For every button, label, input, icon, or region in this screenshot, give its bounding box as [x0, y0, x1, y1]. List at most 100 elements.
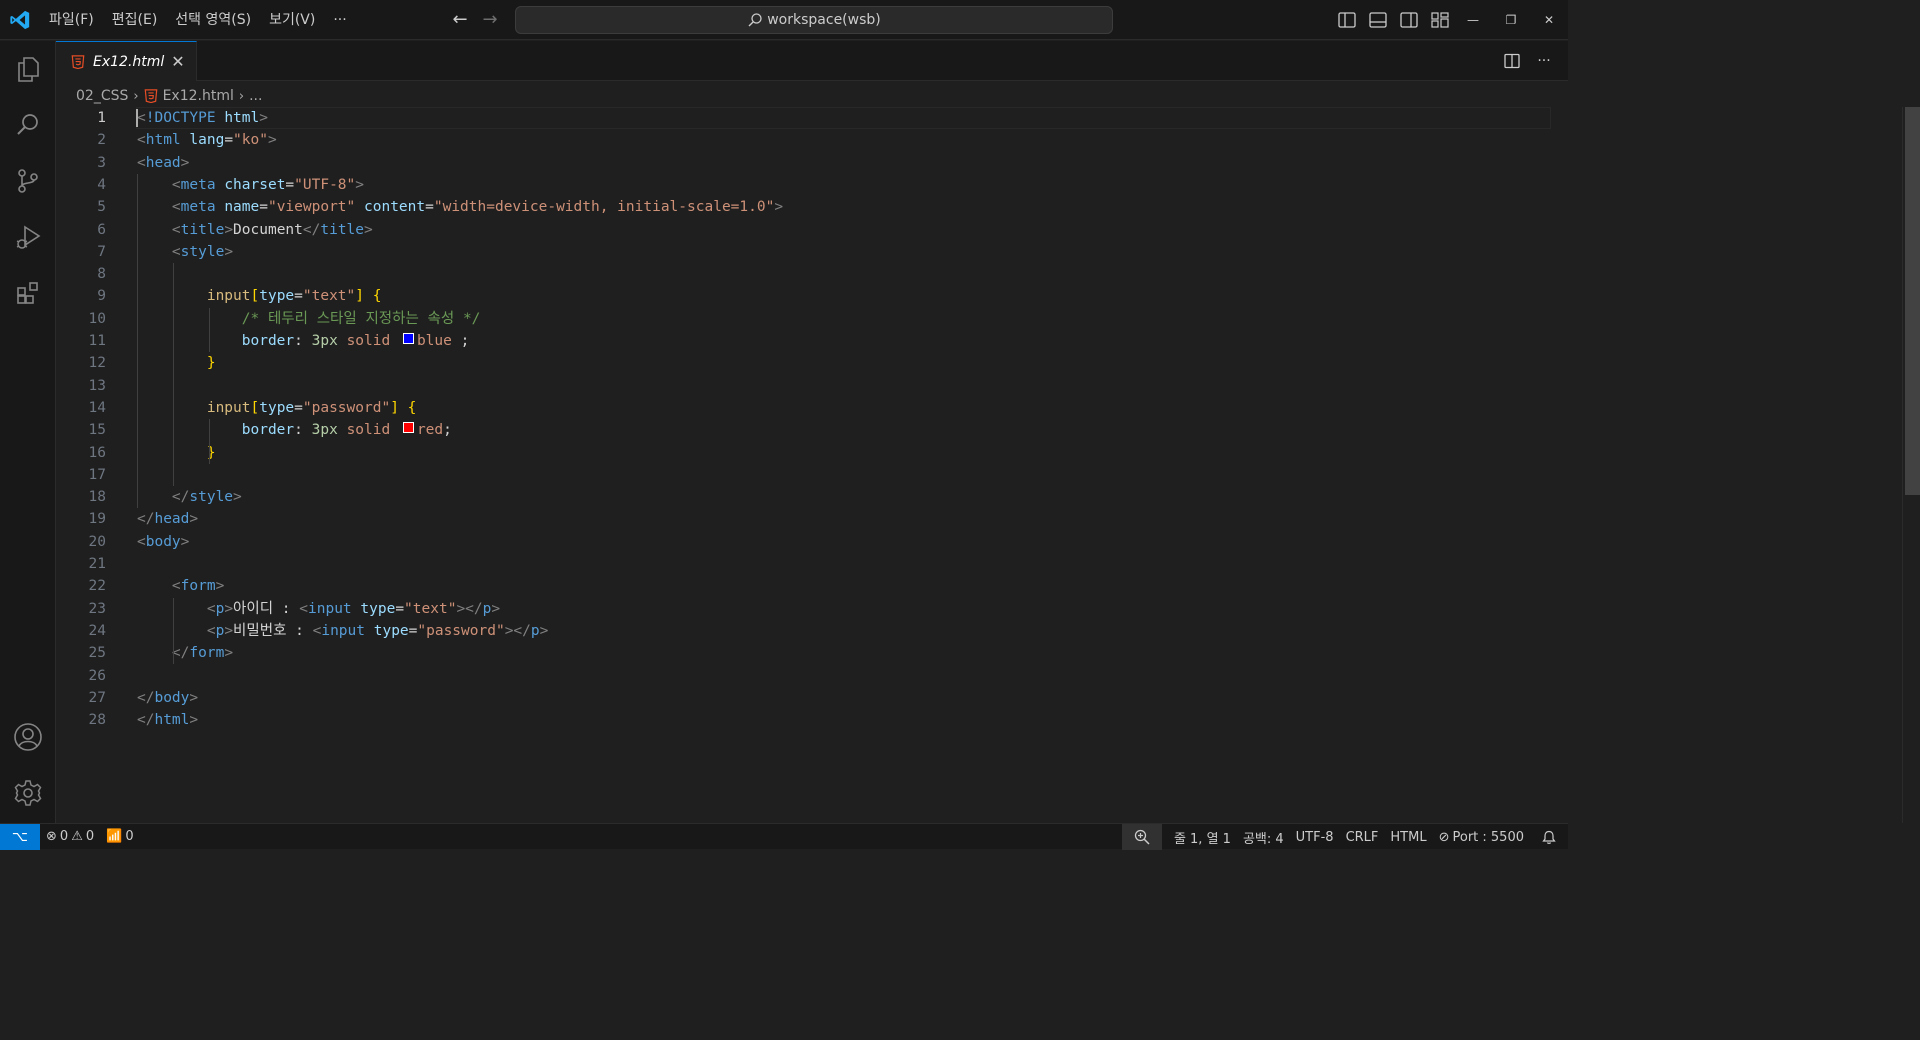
broadcast-icon: 📶	[106, 829, 123, 844]
color-swatch-icon[interactable]	[402, 333, 414, 344]
color-swatch-icon[interactable]	[402, 422, 414, 434]
command-center-label: workspace(wsb)	[767, 12, 881, 28]
extensions-icon[interactable]	[8, 273, 48, 313]
breadcrumb-file[interactable]: Ex12.html	[163, 88, 234, 104]
breadcrumb-folder[interactable]: 02_CSS	[76, 88, 128, 104]
code-line: 6 <title>Document</title>	[56, 219, 1546, 241]
cursor-position[interactable]: 줄 1, 열 1	[1168, 824, 1237, 850]
ports-status[interactable]: 📶 0	[100, 824, 139, 850]
text-cursor	[136, 109, 138, 127]
code-line: 1 <!DOCTYPE html>	[56, 107, 1546, 129]
scrollbar-thumb[interactable]	[1905, 107, 1920, 495]
customize-layout-icon[interactable]	[1427, 8, 1452, 32]
code-token: </	[171, 489, 190, 506]
code-token: !DOCTYPE	[145, 110, 216, 126]
more-actions-icon[interactable]: ···	[1532, 49, 1556, 73]
code-token: >	[189, 511, 199, 528]
close-tab-icon[interactable]: ✕	[168, 52, 188, 72]
toggle-secondary-sidebar-icon[interactable]	[1396, 8, 1421, 32]
code-token: input	[321, 622, 365, 639]
code-token: red	[416, 422, 444, 439]
line-number: 10	[88, 310, 106, 327]
command-center-search[interactable]: workspace(wsb)	[515, 6, 1113, 34]
code-token: >	[189, 689, 199, 706]
zoom-icon[interactable]	[1121, 824, 1162, 850]
indent-guide	[209, 419, 210, 464]
line-content: }	[137, 442, 216, 464]
explorer-icon[interactable]	[8, 49, 48, 89]
menu-selection[interactable]: 선택 영역(S)	[166, 7, 260, 33]
vertical-scrollbar[interactable]	[1902, 107, 1920, 823]
code-token: :	[294, 422, 312, 439]
menu-file[interactable]: 파일(F)	[40, 7, 103, 33]
line-number: 26	[88, 667, 106, 684]
notifications-bell-icon[interactable]	[1530, 824, 1568, 850]
toggle-primary-sidebar-icon[interactable]	[1334, 8, 1359, 32]
close-window-icon[interactable]: ✕	[1530, 0, 1568, 40]
navigation-controls: ← →	[445, 7, 505, 33]
code-token: title	[180, 221, 225, 238]
run-debug-icon[interactable]	[8, 217, 48, 257]
search-icon[interactable]	[8, 105, 48, 145]
code-token: </	[137, 511, 155, 528]
ports-count: 0	[125, 829, 134, 844]
line-content: <style>	[137, 241, 233, 263]
line-number: 19	[88, 511, 106, 528]
problems-status[interactable]: ⊗ 0 ⚠ 0	[40, 824, 100, 850]
code-editor[interactable]: 1 <!DOCTYPE html> 2 <html lang="ko"> 3 <head>…	[56, 107, 1568, 823]
code-token: =	[425, 199, 434, 216]
code-token: "UTF-8"	[294, 176, 356, 193]
go-back-icon[interactable]: ←	[445, 7, 475, 33]
toggle-panel-icon[interactable]	[1365, 8, 1390, 32]
language-mode[interactable]: HTML	[1384, 824, 1432, 850]
manage-gear-icon[interactable]	[8, 773, 48, 813]
code-token: border	[241, 333, 295, 349]
split-editor-icon[interactable]	[1500, 49, 1524, 73]
menu-view[interactable]: 보기(V)	[260, 7, 324, 33]
live-server-port[interactable]: ⊘ Port : 5500	[1433, 824, 1530, 850]
encoding-status[interactable]: UTF-8	[1290, 824, 1340, 850]
code-token: lang	[189, 132, 225, 149]
tab-ex12-html[interactable]: Ex12.html ✕	[56, 41, 197, 81]
source-control-icon[interactable]	[8, 161, 48, 201]
remote-indicator-icon[interactable]: ⌥	[0, 823, 40, 850]
code-token: charset	[224, 176, 286, 193]
go-forward-icon[interactable]: →	[475, 7, 505, 33]
code-line: 22 <form>	[56, 575, 1546, 597]
code-line: 13	[56, 375, 1546, 397]
menu-edit[interactable]: 편집(E)	[103, 7, 167, 33]
code-token: <	[171, 221, 181, 238]
code-token: =	[259, 199, 268, 216]
code-token: >	[224, 645, 234, 662]
title-bar: 파일(F) 편집(E) 선택 영역(S) 보기(V) ··· ← → works…	[0, 0, 1568, 40]
code-token: solid	[346, 422, 391, 439]
code-token: border	[241, 422, 295, 439]
layout-controls	[1334, 8, 1452, 32]
menu-more[interactable]: ···	[324, 7, 355, 33]
line-content: </form>	[137, 642, 233, 664]
restore-icon[interactable]: ❐	[1492, 0, 1530, 40]
indentation-status[interactable]: 공백: 4	[1237, 824, 1290, 850]
breadcrumb-symbols[interactable]: ...	[249, 88, 262, 104]
code-token: solid	[346, 333, 391, 349]
menu-bar: 파일(F) 편집(E) 선택 영역(S) 보기(V) ···	[40, 0, 356, 40]
line-content: </head>	[137, 508, 198, 530]
code-line: 26	[56, 665, 1546, 687]
code-token: [	[250, 288, 260, 305]
account-icon[interactable]	[8, 717, 48, 757]
code-token: ;	[443, 422, 452, 439]
minimize-icon[interactable]: —	[1454, 0, 1492, 40]
code-line: 19 </head>	[56, 508, 1546, 530]
error-icon: ⊗	[46, 829, 57, 844]
code-token: "text"	[404, 600, 457, 617]
code-token: form	[189, 645, 225, 662]
code-token: ></	[504, 622, 531, 639]
code-token: >	[355, 176, 364, 193]
eol-status[interactable]: CRLF	[1340, 824, 1385, 850]
